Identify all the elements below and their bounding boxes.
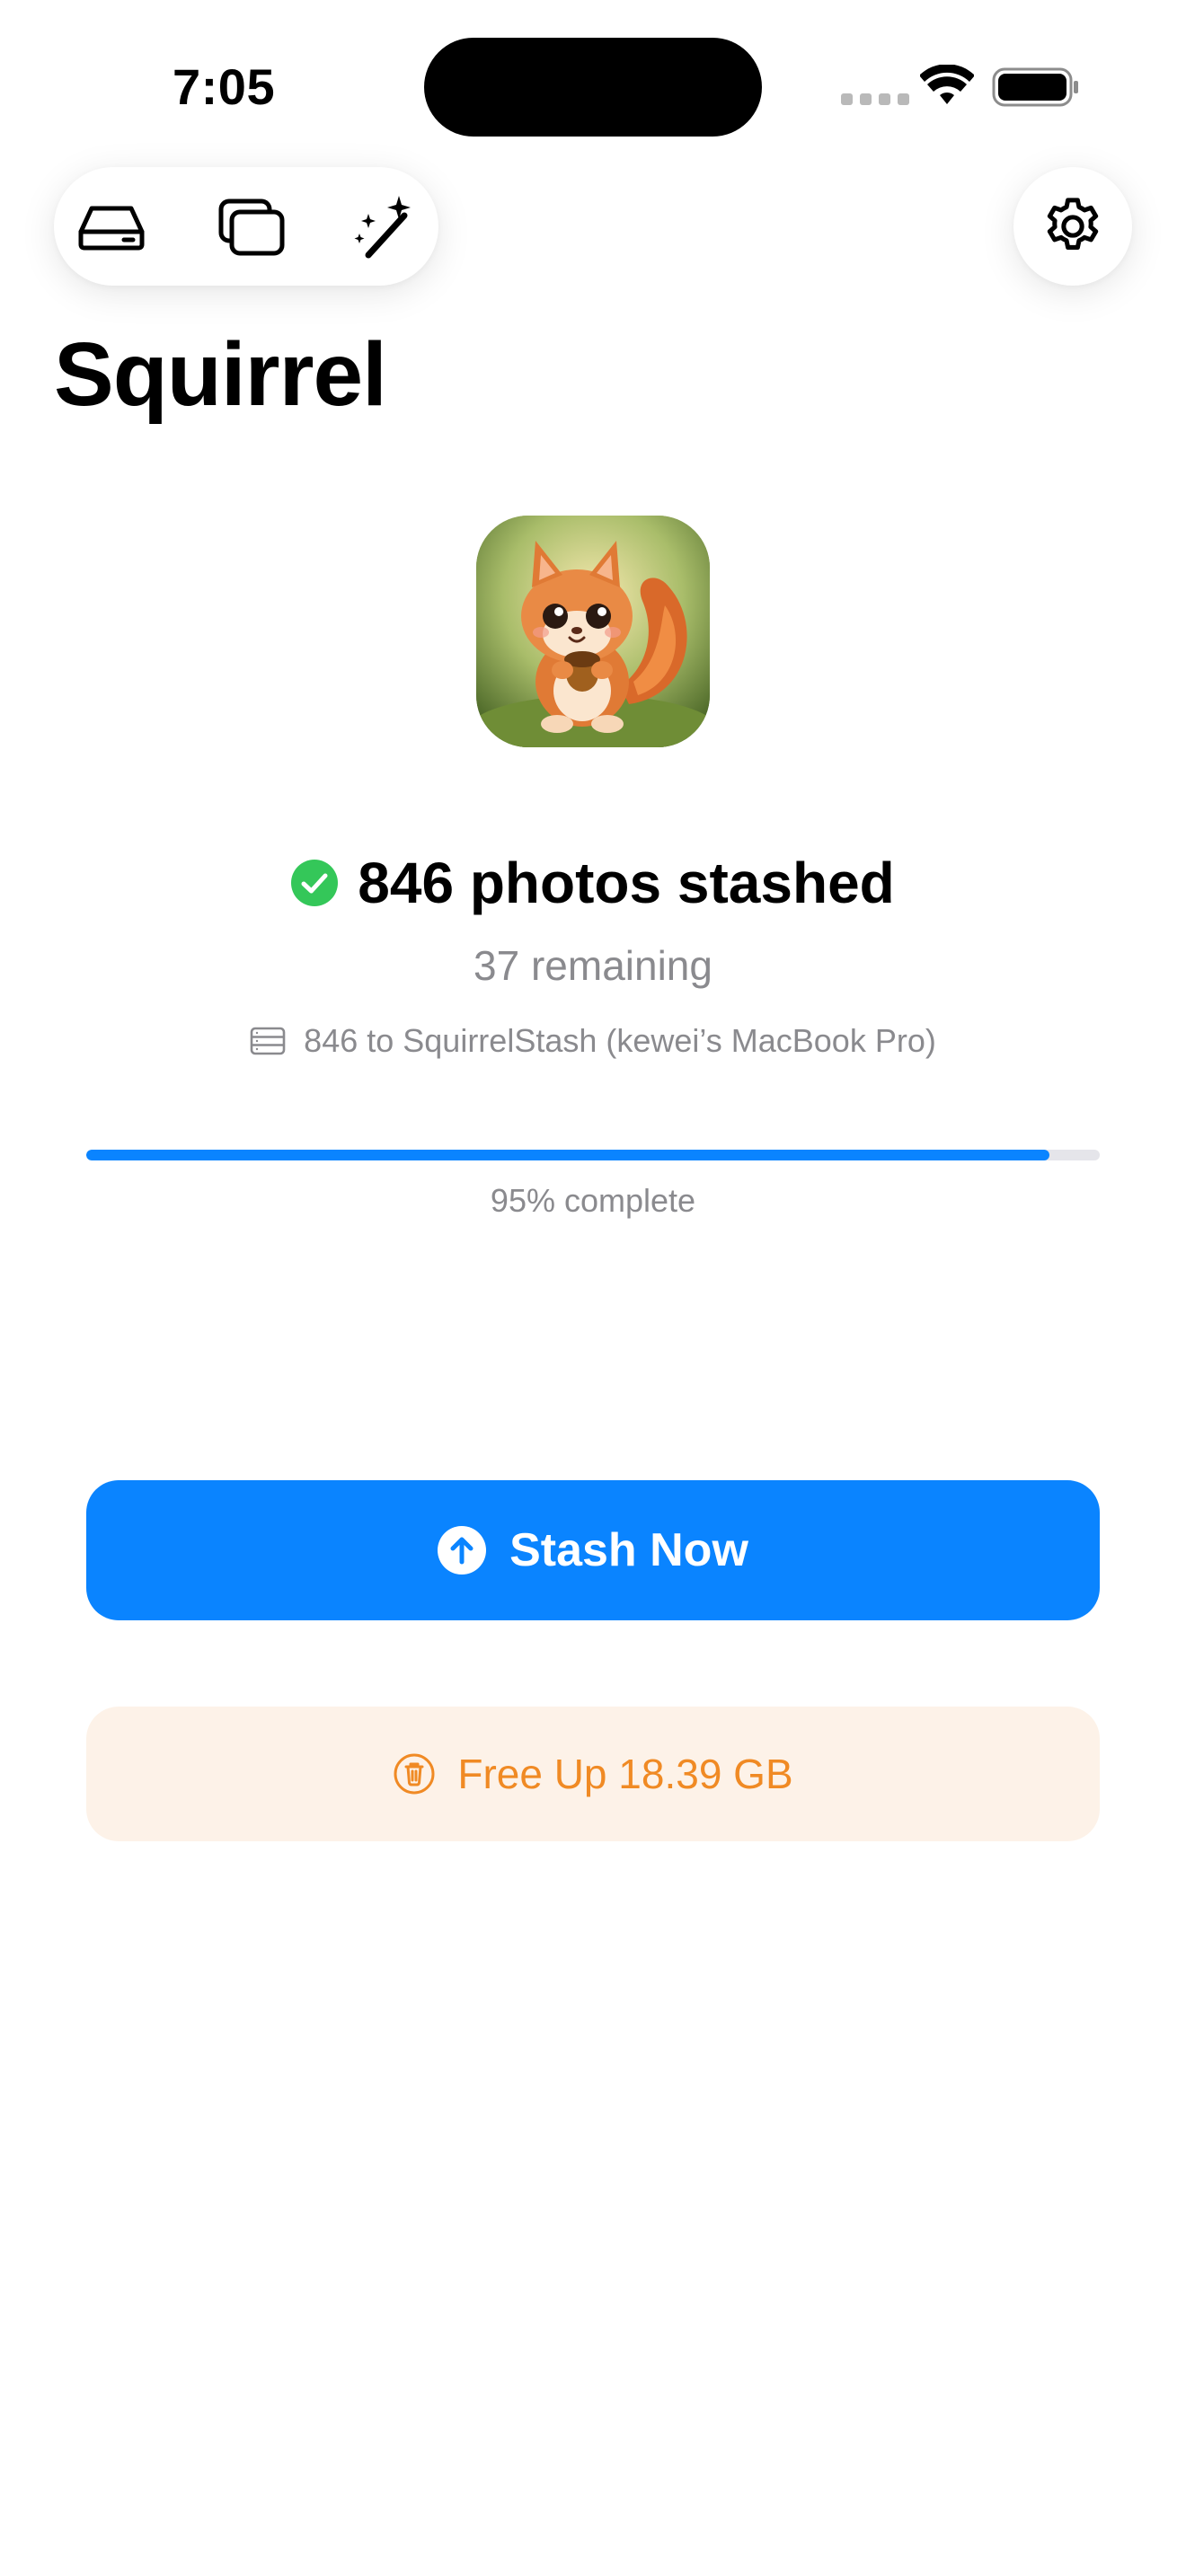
- cellular-icon: [841, 93, 909, 105]
- destination-text: 846 to SquirrelStash (kewei’s MacBook Pr…: [304, 1022, 936, 1059]
- gear-icon: [1047, 198, 1099, 250]
- server-icon: [250, 1027, 286, 1055]
- free-up-button[interactable]: Free Up 18.39 GB: [86, 1707, 1100, 1841]
- drive-icon: [78, 206, 145, 251]
- settings-button[interactable]: [1013, 167, 1132, 286]
- drive-button[interactable]: [58, 167, 165, 286]
- photos-icon: [218, 198, 285, 256]
- photos-button[interactable]: [198, 167, 305, 286]
- magic-wand-icon: [354, 196, 411, 259]
- progress-fill: [86, 1150, 1049, 1160]
- stashed-summary: 846 photos stashed: [0, 850, 1186, 916]
- stashed-count: 846 photos stashed: [358, 851, 895, 915]
- status-bar-time: 7:05: [173, 58, 276, 115]
- stash-now-button[interactable]: Stash Now: [86, 1480, 1100, 1620]
- battery-icon: [992, 67, 1078, 107]
- wifi-icon: [920, 65, 974, 104]
- arrow-up-circle-icon: [438, 1526, 487, 1575]
- progress-label: 95% complete: [490, 1182, 696, 1219]
- dynamic-island: [424, 38, 762, 137]
- free-up-label: Free Up 18.39 GB: [457, 1751, 793, 1797]
- trash-circle-icon: [394, 1753, 435, 1795]
- remaining-count: 37 remaining: [474, 942, 712, 989]
- progress-bar: [86, 1150, 1100, 1160]
- page-title: Squirrel: [54, 324, 387, 425]
- checkmark-circle-icon: [291, 860, 339, 906]
- magic-button[interactable]: [331, 167, 438, 286]
- squirrel-mascot-icon: [476, 516, 710, 747]
- stash-now-label: Stash Now: [509, 1524, 748, 1576]
- destination-info: 846 to SquirrelStash (kewei’s MacBook Pr…: [0, 1022, 1186, 1060]
